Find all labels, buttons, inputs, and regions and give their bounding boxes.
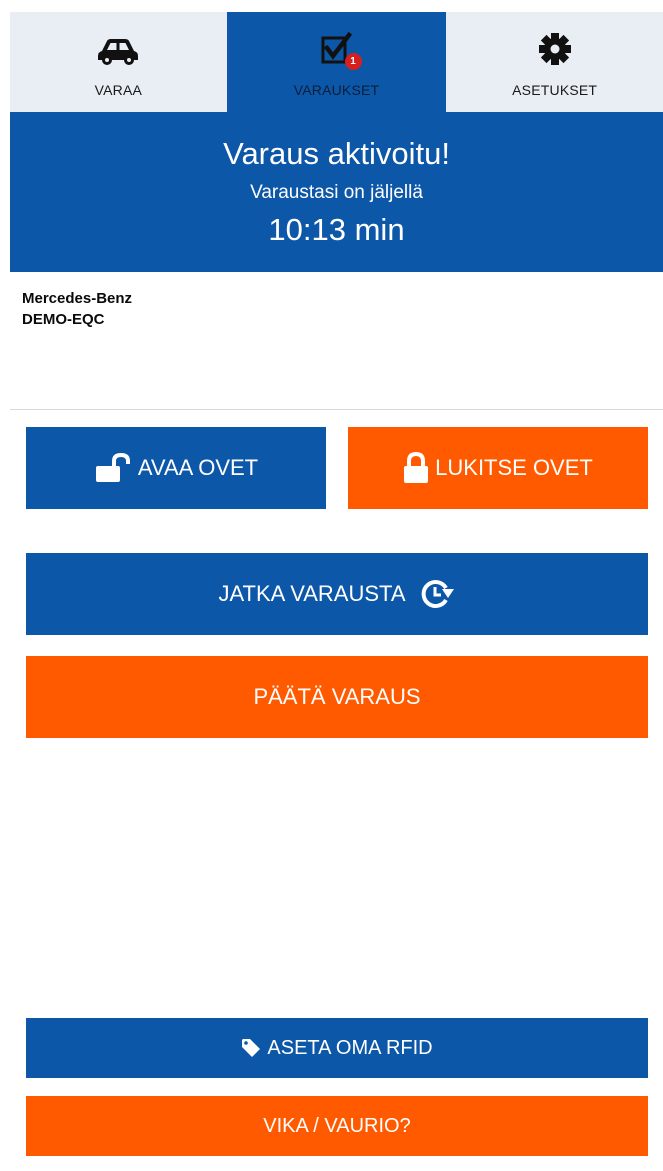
reservations-badge: 1 — [344, 53, 362, 70]
tag-icon — [241, 1038, 261, 1058]
vehicle-info: Mercedes-Benz DEMO-EQC — [22, 288, 132, 330]
gear-icon — [538, 33, 571, 65]
checklist-icon-wrap: 1 — [320, 12, 362, 70]
unlock-icon — [94, 453, 132, 483]
divider — [10, 409, 663, 410]
app-root: VARAA 1 VARAUKSET ASETUKSET Varaus aktiv… — [0, 0, 663, 1171]
tab-varaa-label: VARAA — [94, 82, 143, 98]
vehicle-plate: DEMO-EQC — [22, 311, 105, 328]
remaining-time: 10:13 min — [268, 212, 405, 247]
lock-icon — [403, 452, 429, 484]
tab-asetukset-label: ASETUKSET — [512, 82, 598, 98]
open-doors-label: AVAA OVET — [137, 455, 259, 480]
tab-bar: VARAA 1 VARAUKSET ASETUKSET — [10, 12, 663, 112]
banner-title: Varaus aktivoitu! — [223, 136, 450, 171]
report-fault-button[interactable]: VIKA / VAURIO? — [26, 1096, 648, 1156]
end-reservation-button[interactable]: PÄÄTÄ VARAUS — [26, 656, 648, 738]
lock-doors-button[interactable]: LUKITSE OVET — [348, 427, 648, 509]
gear-icon-wrap — [538, 12, 572, 70]
set-rfid-button[interactable]: ASETA OMA RFID — [26, 1018, 648, 1078]
banner-subtitle: Varaustasi on jäljellä — [250, 182, 423, 203]
tab-asetukset[interactable]: ASETUKSET — [446, 12, 663, 112]
extend-reservation-label: JATKA VARAUSTA — [218, 581, 406, 606]
open-doors-button[interactable]: AVAA OVET — [26, 427, 326, 509]
end-reservation-label: PÄÄTÄ VARAUS — [253, 684, 421, 709]
vehicle-make: Mercedes-Benz — [22, 290, 133, 307]
extend-reservation-button[interactable]: JATKA VARAUSTA — [26, 553, 648, 635]
clock-extend-icon — [420, 579, 456, 609]
set-rfid-label: ASETA OMA RFID — [267, 1036, 433, 1059]
lock-doors-label: LUKITSE OVET — [435, 455, 593, 480]
car-icon — [98, 39, 139, 65]
tab-varaa[interactable]: VARAA — [10, 12, 227, 112]
car-icon-wrap — [96, 12, 140, 70]
tab-varaukset[interactable]: 1 VARAUKSET — [226, 12, 447, 112]
reservation-status-banner: Varaus aktivoitu! Varaustasi on jäljellä… — [10, 112, 663, 272]
tab-varaukset-label: VARAUKSET — [293, 82, 380, 98]
report-fault-label: VIKA / VAURIO? — [263, 1114, 411, 1137]
